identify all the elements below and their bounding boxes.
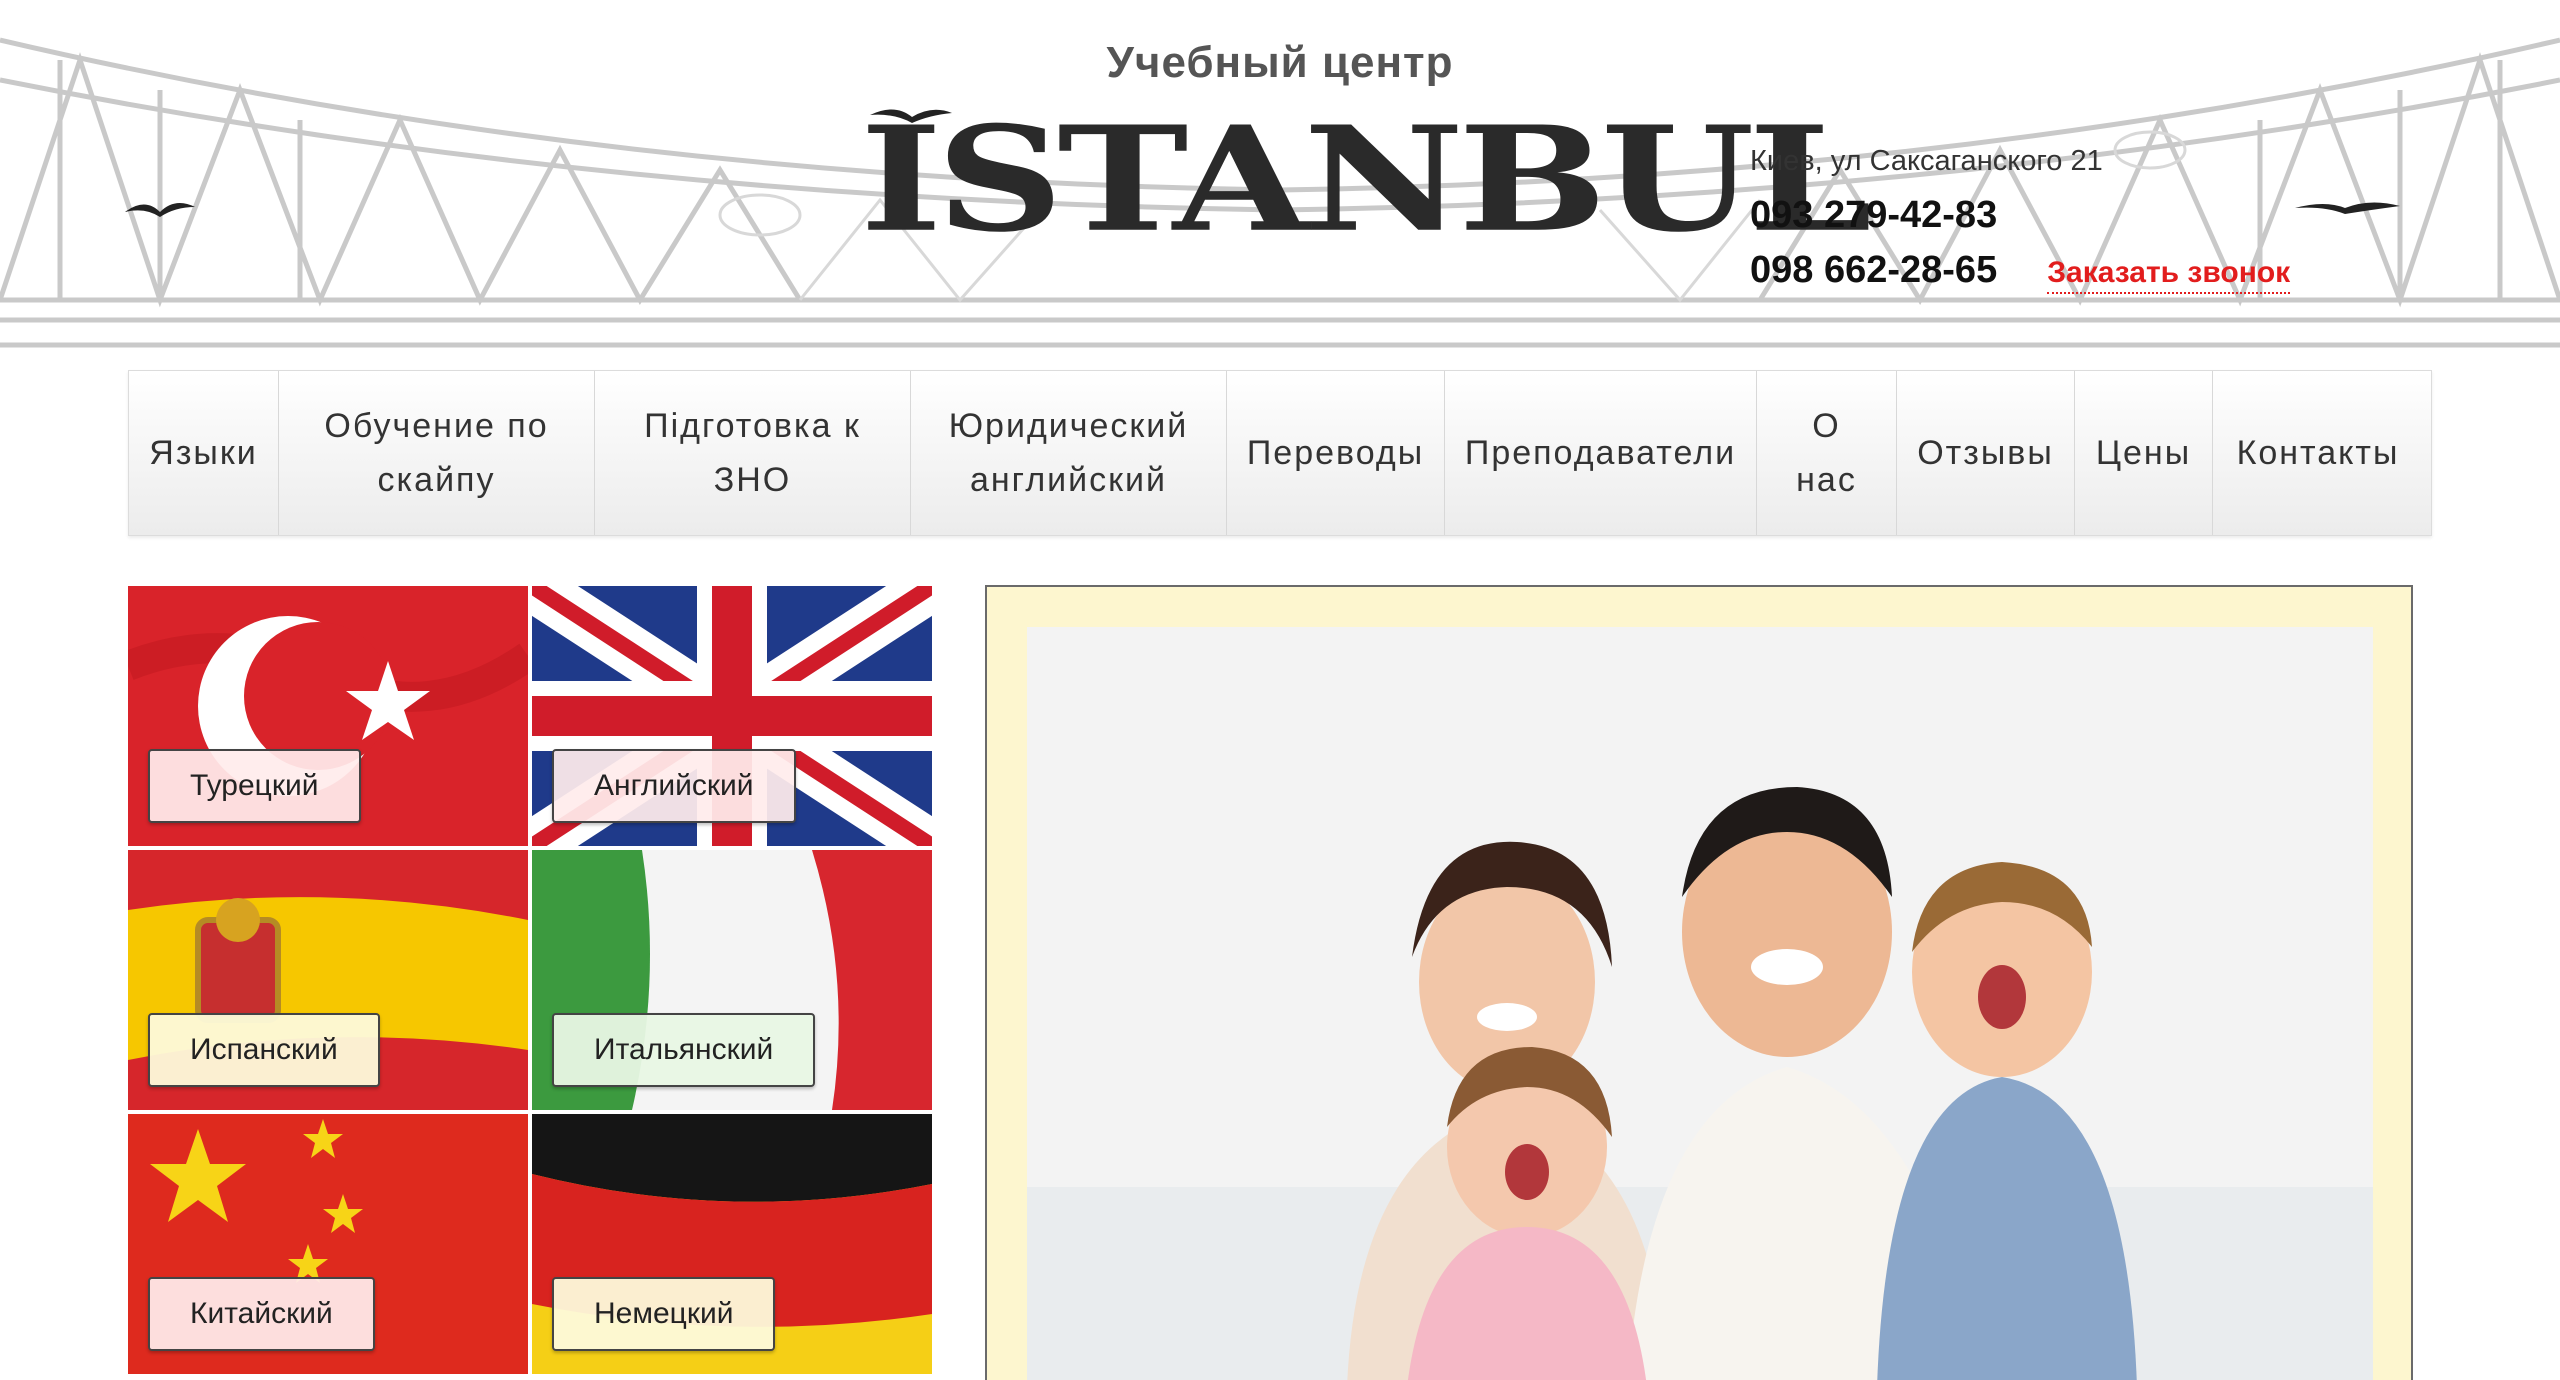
- logo-text: ISTANBUL: [860, 94, 1872, 265]
- phone-2[interactable]: 098 662-28-65: [1750, 249, 1997, 292]
- language-tile-italian[interactable]: Итальянский: [532, 850, 932, 1110]
- phone-1[interactable]: 093 279-42-83: [1750, 194, 2350, 237]
- language-tile-chinese[interactable]: Китайский: [128, 1114, 528, 1374]
- nav-item-teachers[interactable]: Преподаватели: [1445, 371, 1757, 535]
- language-tile-english[interactable]: Английский: [532, 586, 932, 846]
- hero-photo-frame: [985, 585, 2413, 1380]
- contact-block: Киев, ул Саксаганского 21 093 279-42-83 …: [1750, 145, 2350, 294]
- main-nav: Языки Обучение по скайпу Підготовка к ЗН…: [128, 370, 2432, 536]
- page-subtitle: Учебный центр: [1106, 38, 1454, 87]
- nav-item-contacts[interactable]: Контакты: [2213, 371, 2423, 535]
- nav-item-about[interactable]: О нас: [1757, 371, 1897, 535]
- nav-item-zno[interactable]: Підготовка к ЗНО: [595, 371, 911, 535]
- nav-item-skype[interactable]: Обучение по скайпу: [279, 371, 595, 535]
- language-button-turkish[interactable]: Турецкий: [148, 749, 361, 823]
- language-button-chinese[interactable]: Китайский: [148, 1277, 375, 1351]
- language-grid: Турецкий Английский Испанский Итальянски…: [128, 586, 932, 1380]
- nav-item-languages[interactable]: Языки: [129, 371, 279, 535]
- nav-item-legal-english[interactable]: Юридический английский: [911, 371, 1227, 535]
- language-button-italian[interactable]: Итальянский: [552, 1013, 816, 1087]
- family-photo: [1027, 627, 2373, 1380]
- language-tile-german[interactable]: Немецкий: [532, 1114, 932, 1374]
- nav-item-reviews[interactable]: Отзывы: [1897, 371, 2075, 535]
- language-tile-spanish[interactable]: Испанский: [128, 850, 528, 1110]
- logo[interactable]: ISTANBUL: [860, 94, 1872, 280]
- address: Киев, ул Саксаганского 21: [1750, 145, 2103, 177]
- language-button-english[interactable]: Английский: [552, 749, 796, 823]
- language-button-spanish[interactable]: Испанский: [148, 1013, 380, 1087]
- nav-item-translations[interactable]: Переводы: [1227, 371, 1445, 535]
- language-button-german[interactable]: Немецкий: [552, 1277, 776, 1351]
- language-tile-turkish[interactable]: Турецкий: [128, 586, 528, 846]
- nav-item-prices[interactable]: Цены: [2075, 371, 2213, 535]
- callback-link[interactable]: Заказать звонок: [2047, 256, 2291, 294]
